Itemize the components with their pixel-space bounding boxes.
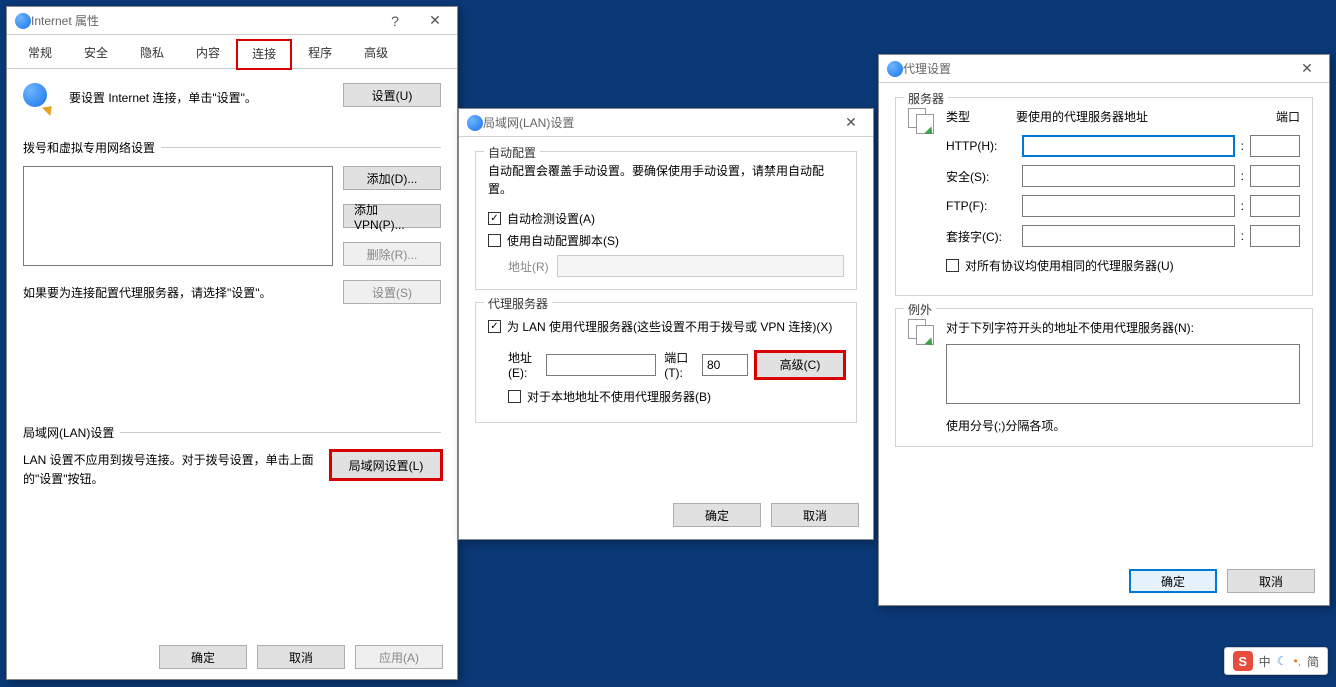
moon-icon: ☾	[1277, 654, 1288, 668]
window-title: 代理设置	[903, 60, 1287, 77]
same-proxy-checkbox[interactable]: 对所有协议均使用相同的代理服务器(U)	[946, 257, 1300, 274]
tab-content[interactable]: 内容	[181, 39, 235, 68]
auto-script-checkbox[interactable]: 使用自动配置脚本(S)	[488, 232, 844, 249]
lan-note: LAN 设置不应用到拨号连接。对于拨号设置，单击上面的"设置"按钮。	[23, 451, 321, 489]
tab-general[interactable]: 常规	[13, 39, 67, 68]
globe-icon	[467, 115, 483, 131]
close-button[interactable]: ✕	[415, 7, 455, 34]
ime-simp: 简	[1307, 653, 1319, 670]
cancel-button[interactable]: 取消	[1227, 569, 1315, 593]
script-address-label: 地址(R)	[508, 258, 549, 275]
globe-icon	[15, 13, 31, 29]
auto-config-group: 自动配置 自动配置会覆盖手动设置。要确保使用手动设置，请禁用自动配置。 ✓自动检…	[475, 151, 857, 290]
port-header: 端口	[1250, 108, 1300, 125]
server-icon	[908, 108, 936, 136]
internet-properties-window: Internet 属性 ? ✕ 常规 安全 隐私 内容 连接 程序 高级 要设置…	[6, 6, 458, 680]
http-address-input[interactable]	[1022, 135, 1235, 157]
ok-button[interactable]: 确定	[1129, 569, 1217, 593]
tab-programs[interactable]: 程序	[293, 39, 347, 68]
proxy-address-label: 地址(E):	[508, 349, 538, 380]
auto-legend: 自动配置	[484, 144, 540, 161]
ime-indicator[interactable]: S 中 ☾ •, 简	[1224, 647, 1328, 675]
cancel-button[interactable]: 取消	[771, 503, 859, 527]
ime-logo-icon: S	[1233, 651, 1253, 671]
auto-note: 自动配置会覆盖手动设置。要确保使用手动设置，请禁用自动配置。	[488, 162, 844, 198]
help-button[interactable]: ?	[375, 7, 415, 34]
http-label: HTTP(H):	[946, 139, 1016, 153]
close-button[interactable]: ✕	[831, 109, 871, 136]
tab-security[interactable]: 安全	[69, 39, 123, 68]
proxy-server-group: 代理服务器 ✓为 LAN 使用代理服务器(这些设置不用于拨号或 VPN 连接)(…	[475, 302, 857, 423]
tab-advanced[interactable]: 高级	[349, 39, 403, 68]
addr-header: 要使用的代理服务器地址	[1016, 108, 1250, 125]
window-title: 局域网(LAN)设置	[483, 114, 831, 131]
type-header: 类型	[946, 108, 1016, 125]
remove-button: 删除(R)...	[343, 242, 441, 266]
titlebar: 局域网(LAN)设置 ✕	[459, 109, 873, 137]
tab-privacy[interactable]: 隐私	[125, 39, 179, 68]
socks-address-input[interactable]	[1022, 225, 1235, 247]
ftp-port-input[interactable]	[1250, 195, 1300, 217]
ftp-label: FTP(F):	[946, 199, 1016, 213]
except-legend: 例外	[904, 301, 936, 318]
window-title: Internet 属性	[31, 12, 375, 29]
ok-button[interactable]: 确定	[673, 503, 761, 527]
proxy-port-input[interactable]	[702, 354, 748, 376]
server-icon	[908, 319, 936, 347]
secure-label: 安全(S):	[946, 168, 1016, 185]
tab-connections[interactable]: 连接	[237, 40, 291, 69]
settings-button: 设置(S)	[343, 280, 441, 304]
titlebar: Internet 属性 ? ✕	[7, 7, 457, 35]
secure-address-input[interactable]	[1022, 165, 1235, 187]
cancel-button[interactable]: 取消	[257, 645, 345, 669]
proxy-note: 如果要为连接配置代理服务器，请选择"设置"。	[23, 284, 333, 301]
ftp-address-input[interactable]	[1022, 195, 1235, 217]
titlebar: 代理设置 ✕	[879, 55, 1329, 83]
lan-section-label: 局域网(LAN)设置	[23, 424, 114, 441]
http-port-input[interactable]	[1250, 135, 1300, 157]
proxy-legend: 代理服务器	[484, 295, 552, 312]
proxy-address-input[interactable]	[546, 354, 656, 376]
add-vpn-button[interactable]: 添加 VPN(P)...	[343, 204, 441, 228]
tab-strip: 常规 安全 隐私 内容 连接 程序 高级	[7, 35, 457, 69]
dialup-section-label: 拨号和虚拟专用网络设置	[23, 139, 155, 156]
dots-icon: •,	[1293, 654, 1301, 668]
globe-icon	[887, 61, 903, 77]
ime-lang: 中	[1259, 653, 1271, 670]
server-legend: 服务器	[904, 90, 948, 107]
auto-detect-checkbox[interactable]: ✓自动检测设置(A)	[488, 210, 844, 227]
bypass-local-checkbox[interactable]: 对于本地地址不使用代理服务器(B)	[508, 388, 844, 405]
ok-button[interactable]: 确定	[159, 645, 247, 669]
script-address-input	[557, 255, 844, 277]
lan-settings-window: 局域网(LAN)设置 ✕ 自动配置 自动配置会覆盖手动设置。要确保使用手动设置，…	[458, 108, 874, 540]
add-button[interactable]: 添加(D)...	[343, 166, 441, 190]
advanced-button[interactable]: 高级(C)	[756, 352, 844, 378]
exceptions-group: 例外 对于下列字符开头的地址不使用代理服务器(N): 使用分号(;)分隔各项。	[895, 308, 1313, 447]
proxy-port-label: 端口(T):	[664, 349, 694, 380]
setup-text: 要设置 Internet 连接，单击"设置"。	[69, 83, 329, 106]
close-button[interactable]: ✕	[1287, 55, 1327, 82]
secure-port-input[interactable]	[1250, 165, 1300, 187]
socks-label: 套接字(C):	[946, 228, 1016, 245]
socks-port-input[interactable]	[1250, 225, 1300, 247]
except-note: 对于下列字符开头的地址不使用代理服务器(N):	[946, 319, 1300, 336]
apply-button: 应用(A)	[355, 645, 443, 669]
connection-icon	[23, 83, 55, 115]
use-proxy-checkbox[interactable]: ✓为 LAN 使用代理服务器(这些设置不用于拨号或 VPN 连接)(X)	[488, 318, 844, 335]
setup-button[interactable]: 设置(U)	[343, 83, 441, 107]
lan-settings-button[interactable]: 局域网设置(L)	[331, 451, 441, 479]
exceptions-textarea[interactable]	[946, 344, 1300, 404]
proxy-settings-window: 代理设置 ✕ 服务器 类型 要使用的代理服务器地址 端口 HTTP(H): :	[878, 54, 1330, 606]
dialup-listbox[interactable]	[23, 166, 333, 266]
except-hint: 使用分号(;)分隔各项。	[946, 417, 1300, 434]
server-group: 服务器 类型 要使用的代理服务器地址 端口 HTTP(H): :	[895, 97, 1313, 296]
